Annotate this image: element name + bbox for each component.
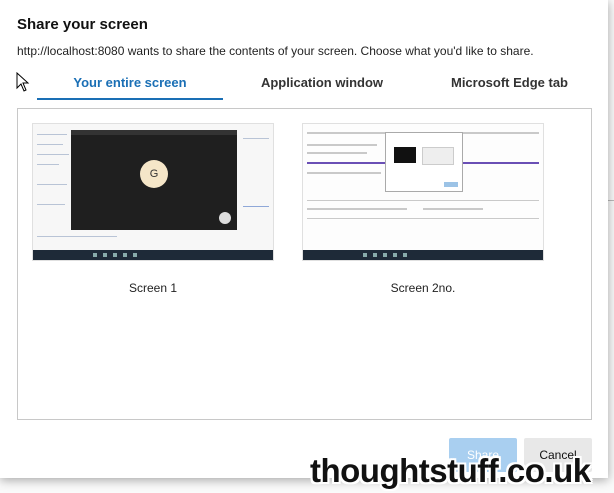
mini-screen-thumb: [394, 147, 416, 163]
dialog-subtitle: http://localhost:8080 wants to share the…: [17, 44, 534, 58]
thumbnail-line: [243, 206, 269, 207]
taskbar-icon: [363, 253, 367, 257]
thumbnail-share-dialog: [385, 132, 463, 192]
taskbar-icon: [123, 253, 127, 257]
thumbnail-line: [307, 172, 381, 174]
thumbnail-line: [307, 218, 539, 219]
thumbnail-line: [37, 144, 63, 145]
thumbnail-line: [37, 184, 67, 185]
screen-1-label: Screen 1: [128, 281, 178, 295]
taskbar-icon: [133, 253, 137, 257]
thumbnail-line: [307, 200, 539, 201]
screen-1-thumbnail: G: [32, 123, 274, 261]
taskbar-icon: [373, 253, 377, 257]
thumbnail-taskbar: [33, 250, 273, 260]
share-source-tabs: Your entire screen Application window Mi…: [17, 70, 592, 100]
taskbar-icon: [113, 253, 117, 257]
screen-option-1[interactable]: G Screen 1: [32, 123, 274, 295]
thumbnail-editor-window: G: [33, 124, 273, 250]
mini-share-button: [444, 182, 458, 187]
thumbnail-line: [423, 208, 483, 210]
screen-2-label: Screen 2no.: [390, 281, 456, 295]
self-video-icon: [219, 212, 231, 224]
tab-edge-tab[interactable]: Microsoft Edge tab: [427, 70, 592, 98]
mini-screen-thumb: [422, 147, 454, 165]
taskbar-icon: [93, 253, 97, 257]
screen-option-2[interactable]: Screen 2no.: [302, 123, 544, 295]
mouse-pointer-icon: [16, 72, 30, 92]
thumbnail-line: [37, 164, 59, 165]
thumbnail-line: [37, 154, 69, 155]
tab-entire-screen[interactable]: Your entire screen: [37, 70, 223, 100]
taskbar-icon: [103, 253, 107, 257]
thumbnail-line: [307, 152, 367, 154]
share-screen-dialog: Share your screen http://localhost:8080 …: [0, 0, 608, 478]
taskbar-icon: [403, 253, 407, 257]
tab-application-window[interactable]: Application window: [227, 70, 417, 98]
thumbnail-browser-page: [303, 124, 543, 250]
screen-2-thumbnail: [302, 123, 544, 261]
thumbnail-line: [243, 138, 269, 139]
taskbar-icon: [383, 253, 387, 257]
thumbnail-taskbar: [303, 250, 543, 260]
call-title-bar: [71, 130, 237, 135]
watermark: thoughtstuff.co.uk: [310, 452, 591, 489]
dialog-title: Share your screen: [17, 16, 148, 33]
thumbnail-line: [37, 236, 117, 237]
thumbnail-line: [307, 208, 407, 210]
screen-picker: G Screen 1 Screen 2no.: [17, 108, 592, 420]
thumbnail-line: [37, 204, 65, 205]
thumbnail-call-window: G: [71, 130, 237, 230]
taskbar-icon: [393, 253, 397, 257]
thumbnail-line: [307, 144, 377, 146]
thumbnail-line: [37, 134, 67, 135]
avatar: G: [140, 160, 168, 188]
